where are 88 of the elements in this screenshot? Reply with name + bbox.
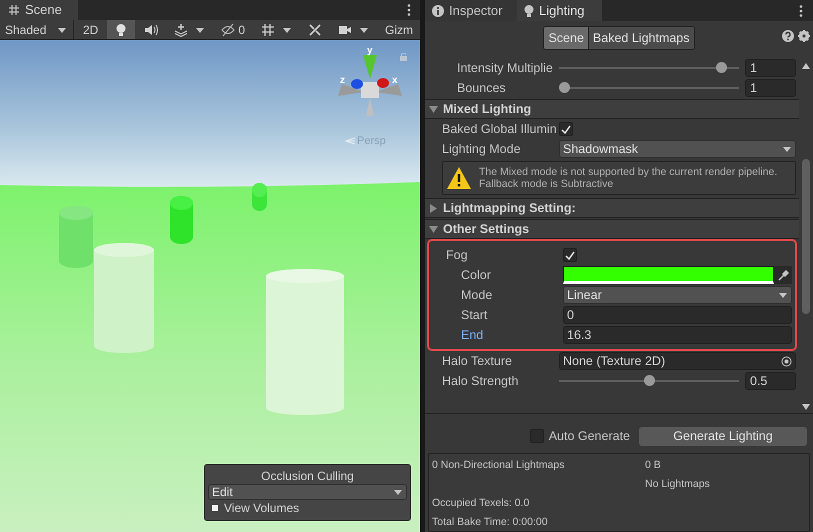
- caret-icon: [393, 488, 403, 496]
- checkbox-label: View Volumes: [224, 500, 300, 517]
- caret-icon: [782, 145, 792, 153]
- eyedropper-icon: [778, 270, 788, 280]
- section-header[interactable]: Mixed Lighting: [425, 99, 799, 119]
- section-header[interactable]: Other Settings: [425, 219, 799, 239]
- color-swatch[interactable]: [563, 266, 774, 284]
- number-field[interactable]: 1: [745, 59, 796, 77]
- mode-dropdown[interactable]: Edit: [208, 484, 407, 500]
- axis-label: x: [392, 75, 398, 86]
- more-options-icon: [799, 5, 803, 17]
- slider-track[interactable]: [559, 82, 739, 94]
- field-label: Intensity Multiplie: [456, 60, 554, 77]
- slider-thumb[interactable]: [644, 375, 654, 386]
- lightbulb-icon: [114, 22, 128, 36]
- field-label: Start: [460, 306, 488, 324]
- stats-text: No Lightmaps: [645, 477, 710, 492]
- slider-thumb[interactable]: [716, 62, 728, 73]
- grid-icon: [9, 5, 19, 15]
- field-label: Mode: [460, 286, 494, 304]
- field-label: Baked Global Illumin: [441, 120, 558, 138]
- speaker-icon: [144, 22, 158, 36]
- grid-icon: [261, 22, 275, 36]
- field-label: Lighting Mode: [441, 140, 522, 158]
- panel-tab[interactable]: Inspector: [425, 0, 517, 21]
- checkmark-icon: [565, 250, 575, 260]
- target-icon: [781, 356, 792, 366]
- expand-triangle-icon: [429, 204, 438, 212]
- hidden-count: 0: [238, 22, 245, 38]
- info-icon: [432, 4, 444, 16]
- field-label: Color: [460, 266, 492, 284]
- stats-text: Occupied Texels: 0.0: [432, 496, 530, 511]
- number-field[interactable]: 0.5: [745, 372, 796, 390]
- section-header[interactable]: Lightmapping Setting:: [425, 198, 799, 218]
- lightbulb-icon: [524, 4, 534, 16]
- checkbox[interactable]: [559, 122, 573, 136]
- settings-icon: [798, 30, 810, 42]
- checkbox[interactable]: [212, 505, 218, 511]
- generate-lighting-button[interactable]: Generate Lighting: [639, 426, 807, 446]
- stats-text: 0 B: [645, 458, 662, 473]
- scroll-down-icon: [802, 404, 810, 410]
- collapse-triangle-icon: [429, 224, 438, 234]
- scrollbar-thumb[interactable]: [802, 159, 810, 314]
- scene-tab[interactable]: Scene: [0, 0, 78, 20]
- toolbar-button[interactable]: [107, 20, 136, 39]
- slider-track[interactable]: [559, 375, 739, 387]
- toggle-tab[interactable]: Baked Lightmaps: [588, 27, 694, 49]
- arrow-icon: [345, 137, 355, 146]
- number-field[interactable]: 1: [745, 79, 796, 97]
- text-field[interactable]: 0: [563, 306, 792, 324]
- text-field[interactable]: 16.3: [563, 326, 792, 344]
- collapse-triangle-icon: [429, 104, 438, 114]
- axis-gizmo-drawing: [338, 55, 402, 116]
- tools-icon: [308, 22, 322, 36]
- layers-icon: [174, 22, 188, 36]
- field-label: Halo Strength: [441, 372, 520, 390]
- caret-icon: [56, 26, 67, 34]
- warning-icon: [447, 167, 471, 189]
- dropdown[interactable]: Shadowmask: [559, 140, 796, 158]
- eye-slash-icon: [221, 22, 236, 36]
- axis-label: y: [367, 48, 373, 56]
- eyedropper-button[interactable]: [774, 266, 792, 284]
- cylinder-drawing: [252, 183, 267, 211]
- panel-title: Occlusion Culling: [260, 468, 355, 484]
- field-label: Halo Texture: [441, 352, 513, 370]
- caret-icon: [778, 291, 788, 299]
- warning-text: The Mixed mode is not supported by the current render pipeline.: [479, 166, 778, 178]
- checkmark-icon: [561, 124, 571, 134]
- checkbox-label: Auto Generate: [548, 428, 630, 445]
- field-label: Fog: [445, 246, 469, 264]
- slider-track[interactable]: [559, 62, 739, 74]
- checkbox[interactable]: [563, 248, 577, 262]
- lock-icon: [400, 53, 407, 61]
- cylinder-drawing: [170, 196, 193, 244]
- scroll-up-icon: [802, 63, 810, 69]
- stats-text: 0 Non-Directional Lightmaps: [432, 458, 566, 473]
- field-label: Bounces: [456, 80, 507, 97]
- field-label: End: [460, 326, 484, 344]
- dropdown[interactable]: Linear: [563, 286, 792, 304]
- warning-text: Fallback mode is Subtractive: [479, 178, 614, 190]
- toggle-tab[interactable]: Scene: [544, 27, 588, 49]
- stats-text: Total Bake Time: 0:00:00: [432, 515, 549, 530]
- object-field[interactable]: None (Texture 2D): [559, 352, 796, 370]
- help-icon: [782, 30, 794, 42]
- axis-label: z: [340, 75, 345, 86]
- slider-thumb[interactable]: [559, 82, 570, 93]
- panel-tab[interactable]: Lighting: [517, 0, 602, 21]
- more-options-icon: [407, 4, 411, 16]
